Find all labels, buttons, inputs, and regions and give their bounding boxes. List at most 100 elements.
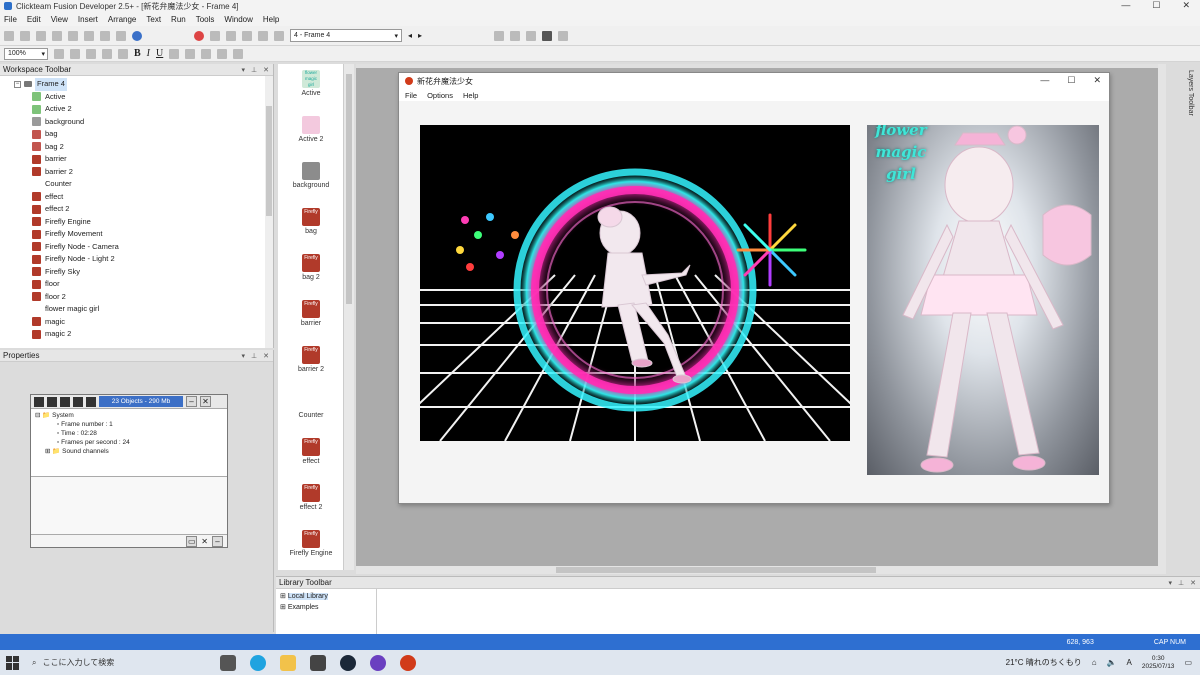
object-list-scrollbar[interactable] — [344, 64, 354, 570]
menu-run[interactable]: Run — [171, 15, 186, 24]
workspace-item[interactable]: bag — [14, 128, 273, 141]
menu-view[interactable]: View — [51, 15, 68, 24]
tree-sound[interactable]: ⊞ 📁 Sound channels — [35, 447, 223, 456]
close-button[interactable]: ✕ — [1182, 0, 1190, 11]
menu-arrange[interactable]: Arrange — [108, 15, 136, 24]
grid-icon[interactable] — [494, 30, 505, 41]
layers-toolbar-tab[interactable]: Layers Toolbar — [1184, 70, 1194, 130]
library-item-examples[interactable]: ⊞ Examples — [280, 602, 328, 613]
editor-hscrollbar[interactable] — [356, 566, 1166, 574]
menu-window[interactable]: Window — [224, 15, 252, 24]
workspace-item[interactable]: magic 2 — [14, 328, 273, 341]
frame-select[interactable]: 4 - Frame 4 ▾ — [290, 29, 402, 42]
workspace-item[interactable]: Active 2 — [14, 103, 273, 116]
frame-editor-icon[interactable] — [226, 30, 236, 41]
stop-icon[interactable] — [47, 396, 57, 407]
redo-icon[interactable] — [116, 30, 126, 41]
workspace-item[interactable]: Firefly Movement — [14, 228, 273, 241]
color-icon[interactable] — [542, 30, 553, 41]
mail-icon[interactable] — [310, 654, 326, 671]
dropdown-icon[interactable]: ▾ — [242, 66, 246, 74]
app-icon[interactable] — [370, 654, 386, 671]
object-list-item[interactable]: flower magic girl Active — [278, 70, 344, 97]
pin-icon[interactable]: ⊥ — [1178, 579, 1184, 587]
workspace-item[interactable]: magic — [14, 316, 273, 329]
help-icon[interactable] — [132, 30, 142, 41]
ime-indicator[interactable]: A — [1127, 658, 1132, 667]
windows-start-icon[interactable] — [6, 655, 20, 670]
notification-icon[interactable]: ▭ — [1184, 658, 1192, 667]
close-icon[interactable]: ✕ — [263, 352, 269, 360]
align-center-icon[interactable] — [201, 48, 212, 59]
pause-icon[interactable] — [60, 396, 70, 407]
object-list-item[interactable]: Firefly effect — [278, 438, 344, 465]
step-icon[interactable] — [73, 396, 83, 407]
object-list-item[interactable]: Counter — [278, 392, 344, 419]
cut-icon[interactable] — [52, 30, 62, 41]
paste-icon[interactable] — [84, 30, 94, 41]
object-list-item[interactable]: Firefly barrier 2 — [278, 346, 344, 373]
library-item-local[interactable]: ⊞ Local Library — [280, 591, 328, 602]
network-icon[interactable]: ⌂ — [1092, 658, 1097, 667]
storyboard-icon[interactable] — [210, 30, 220, 41]
object-list-item[interactable]: Active 2 — [278, 116, 344, 143]
prev-frame-icon[interactable]: ◂ — [408, 31, 412, 40]
save-icon[interactable] — [36, 30, 46, 41]
dropdown-icon[interactable]: ▾ — [1169, 579, 1173, 587]
stop-icon[interactable] — [194, 30, 204, 41]
edge-icon[interactable] — [250, 654, 266, 671]
play-icon[interactable] — [86, 396, 96, 407]
preview-menu-help[interactable]: Help — [463, 91, 478, 100]
object-list-item[interactable]: Firefly bag — [278, 208, 344, 235]
explorer-icon[interactable] — [280, 654, 296, 671]
game-app-icon[interactable] — [400, 654, 416, 671]
grid-icon[interactable] — [86, 48, 96, 59]
menu-insert[interactable]: Insert — [78, 15, 98, 24]
minimize-button[interactable]: – — [186, 396, 197, 407]
editor-vscrollbar[interactable] — [1158, 64, 1166, 566]
preview-menu-file[interactable]: File — [405, 91, 417, 100]
workspace-item[interactable]: Active — [14, 91, 273, 104]
align-icon[interactable] — [102, 48, 112, 59]
scrollbar-thumb[interactable] — [556, 567, 876, 573]
layer-icon[interactable] — [526, 30, 537, 41]
workspace-scrollbar[interactable] — [265, 76, 273, 348]
close-icon[interactable]: ✕ — [201, 537, 208, 546]
properties-icon[interactable] — [558, 30, 569, 41]
workspace-item[interactable]: effect 2 — [14, 203, 273, 216]
undo-icon[interactable] — [100, 30, 110, 41]
open-icon[interactable] — [20, 30, 30, 41]
volume-icon[interactable]: 🔈 — [1107, 658, 1117, 667]
underline-button[interactable]: U — [156, 48, 163, 59]
workspace-item[interactable]: floor — [14, 278, 273, 291]
snap-icon[interactable] — [510, 30, 521, 41]
restart-icon[interactable] — [34, 396, 44, 407]
strike-icon[interactable] — [169, 48, 180, 59]
font-icon[interactable] — [118, 48, 128, 59]
dropdown-icon[interactable]: ▾ — [242, 352, 246, 360]
menu-file[interactable]: File — [4, 15, 17, 24]
pin-icon[interactable]: ⊥ — [251, 66, 257, 74]
minimize-button[interactable]: — — [1040, 75, 1049, 86]
object-list-item[interactable]: Firefly barrier — [278, 300, 344, 327]
event-list-icon[interactable] — [258, 30, 268, 41]
pencil-icon[interactable] — [70, 48, 80, 59]
scrollbar-thumb[interactable] — [346, 74, 352, 304]
new-icon[interactable] — [4, 30, 14, 41]
event-editor-icon[interactable] — [242, 30, 252, 41]
scrollbar-thumb[interactable] — [266, 106, 272, 216]
maximize-button[interactable]: ☐ — [1152, 0, 1160, 11]
taskbar-search[interactable]: ⌕ ここに入力して検索 — [28, 654, 198, 672]
object-list-item[interactable]: Firefly bag 2 — [278, 254, 344, 281]
object-list-item[interactable]: Firefly effect 2 — [278, 484, 344, 511]
minimize-button[interactable]: — — [1121, 0, 1130, 11]
workspace-item[interactable]: background — [14, 116, 273, 129]
task-view-icon[interactable] — [220, 654, 236, 671]
workspace-item[interactable]: effect — [14, 191, 273, 204]
workspace-item[interactable]: floor 2 — [14, 291, 273, 304]
steam-icon[interactable] — [340, 654, 356, 671]
tree-system[interactable]: ⊟ 📁 System — [35, 411, 223, 420]
close-icon[interactable]: ✕ — [263, 66, 269, 74]
frame-icon[interactable] — [233, 48, 244, 59]
workspace-item[interactable]: Firefly Node - Camera — [14, 241, 273, 254]
